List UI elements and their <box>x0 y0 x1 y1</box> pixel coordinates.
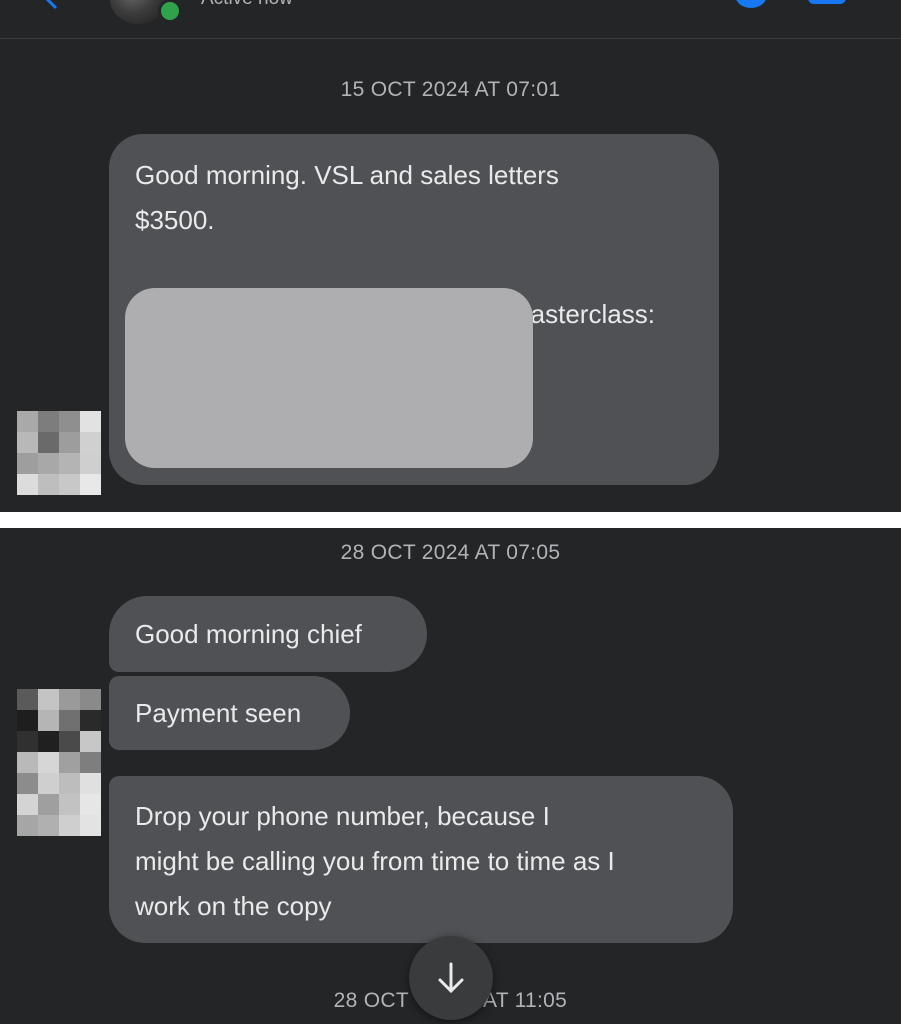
message-bubble[interactable]: Good morning chief <box>109 596 427 672</box>
message-line: work on the copy <box>135 891 332 921</box>
arrow-down-icon <box>438 962 464 994</box>
message-timestamp: 28 OCT 2024 AT 07:05 <box>340 541 561 564</box>
message-line: Payment seen <box>135 698 302 728</box>
message-timestamp: 15 OCT 2024 AT 07:01 <box>340 78 561 101</box>
message-line: Good morning chief <box>135 619 362 649</box>
active-status: Active now <box>201 0 293 10</box>
message-line: Drop your phone number, because I <box>135 801 550 831</box>
video-icon[interactable] <box>808 0 846 4</box>
message-bubble[interactable]: Payment seen <box>109 676 350 750</box>
message-timestamp-right: AT 11:05 <box>483 989 568 1012</box>
phone-icon[interactable] <box>735 0 767 8</box>
message-line: might be calling you from time to time a… <box>135 846 615 876</box>
chat-header: Active now <box>0 0 901 39</box>
sender-avatar[interactable] <box>17 689 101 836</box>
online-indicator-icon <box>158 0 182 23</box>
redacted-content <box>125 288 533 468</box>
back-arrow-icon[interactable] <box>40 0 64 10</box>
message-line: Good morning. VSL and sales letters <box>135 160 559 190</box>
sender-avatar[interactable] <box>17 411 101 495</box>
message-timestamp-left: 28 OCT <box>333 989 409 1012</box>
scroll-to-bottom-button[interactable] <box>409 936 493 1020</box>
message-line: $3500. <box>135 205 215 235</box>
conversation-panel-bottom: 28 OCT 2024 AT 07:05 Good morning chief … <box>0 528 901 1024</box>
message-bubble[interactable]: Drop your phone number, because I might … <box>109 776 733 943</box>
conversation-panel-top: Active now 15 OCT 2024 AT 07:01 Good mor… <box>0 0 901 512</box>
